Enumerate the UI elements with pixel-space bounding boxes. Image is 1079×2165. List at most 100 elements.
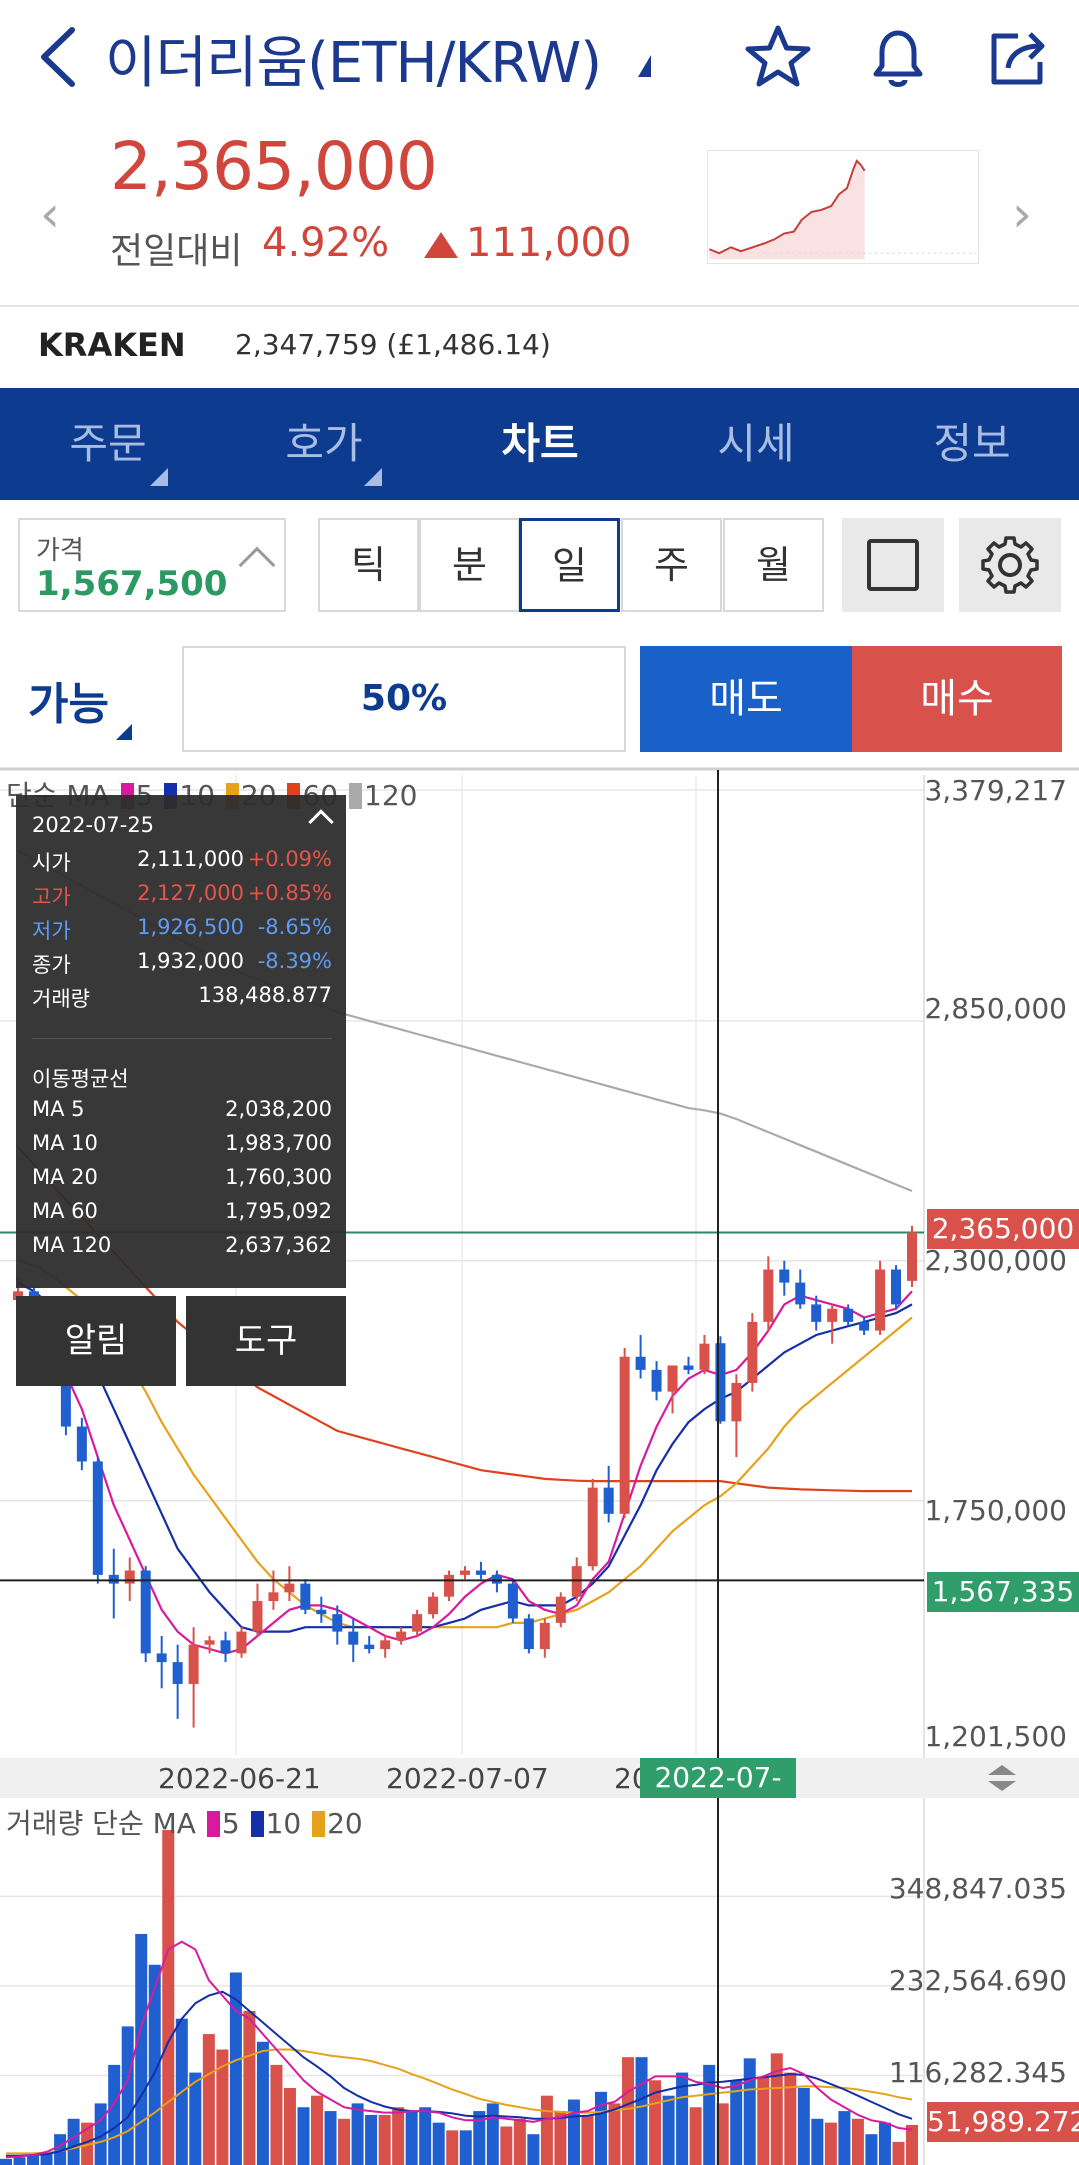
- resize-handle-icon[interactable]: [984, 1762, 1020, 1794]
- bell-icon[interactable]: [858, 18, 938, 98]
- tab-quotes[interactable]: 시세: [648, 388, 864, 500]
- candle-body: [348, 1631, 359, 1645]
- tab-bar: 주문 호가 차트 시세 정보: [0, 388, 1079, 500]
- candle-body: [252, 1601, 263, 1632]
- candle-body: [92, 1461, 103, 1575]
- period-day[interactable]: 일: [519, 518, 620, 612]
- volume-bar: [243, 2010, 256, 2165]
- tab-order-corner-icon: [150, 468, 168, 486]
- settings-button[interactable]: [959, 518, 1061, 612]
- tooltip-pct: +0.09%: [247, 847, 332, 871]
- y-axis-label: 2,850,000: [924, 992, 1067, 1025]
- vol-ma5-swatch: [206, 1811, 220, 1837]
- volume-bar: [608, 2103, 621, 2165]
- candle-body: [507, 1583, 518, 1619]
- volume-bar: [824, 2122, 837, 2165]
- tooltip-value: 1,983,700: [225, 1131, 332, 1155]
- volume-bar: [743, 2058, 756, 2165]
- volume-bar: [270, 2064, 283, 2165]
- ratio-selector[interactable]: 50%: [182, 646, 626, 752]
- tooltip-value: 2,637,362: [225, 1233, 332, 1257]
- price-box[interactable]: 가격 1,567,500: [18, 518, 286, 612]
- available-toggle[interactable]: 가능: [28, 668, 109, 732]
- volume-bar: [162, 1830, 175, 2165]
- chevron-up-icon[interactable]: [238, 546, 276, 584]
- tooltip-open-row: 시가 2,111,000 +0.09%: [32, 847, 332, 877]
- exchange-name: KRAKEN: [38, 326, 186, 364]
- candle-body: [364, 1644, 375, 1650]
- volume-bar: [662, 2095, 675, 2165]
- x-axis-label: 2022-07-07: [386, 1762, 549, 1795]
- period-week[interactable]: 주: [621, 518, 722, 612]
- tab-order[interactable]: 주문: [0, 388, 216, 500]
- candle-body: [827, 1308, 838, 1322]
- volume-bar: [419, 2107, 432, 2165]
- candle-body: [396, 1631, 407, 1641]
- candle-body: [843, 1308, 854, 1322]
- price-box-label: 가격: [36, 536, 84, 566]
- crosshair-price-tag: 1,567,335: [927, 1572, 1079, 1612]
- tooltip-key: 거래량: [32, 987, 90, 1011]
- volume-axis-label: 116,282.345: [888, 2056, 1067, 2089]
- tooltip-key: 시가: [32, 851, 71, 875]
- available-corner-icon: [116, 724, 132, 740]
- volume-bar: [703, 2064, 716, 2165]
- exchange-value: 2,347,759 (£1,486.14): [235, 328, 551, 361]
- tooltip-ma-row: MA 5 2,038,200: [32, 1097, 332, 1127]
- candle-body: [475, 1570, 486, 1575]
- alert-button[interactable]: 알림: [16, 1296, 176, 1386]
- tooltip-value: 138,488.877: [198, 983, 332, 1007]
- candle-body: [156, 1653, 167, 1663]
- period-month[interactable]: 월: [723, 518, 824, 612]
- tooltip-volume-row: 거래량 138,488.877: [32, 983, 332, 1013]
- back-arrow-icon[interactable]: [30, 22, 90, 92]
- tab-chart[interactable]: 차트: [432, 388, 648, 500]
- candle-body: [731, 1382, 742, 1422]
- tab-info[interactable]: 정보: [864, 388, 1079, 500]
- candle-body: [140, 1570, 151, 1654]
- tooltip-ma-title-row: 이동평균선: [32, 1063, 332, 1093]
- gear-icon: [981, 536, 1039, 594]
- period-minute[interactable]: 분: [419, 518, 520, 612]
- chevron-right-icon[interactable]: ›: [1012, 185, 1032, 243]
- tooltip-key: 종가: [32, 953, 71, 977]
- tooltip-key: MA 10: [32, 1131, 98, 1155]
- candle-body: [460, 1570, 470, 1575]
- volume-bar: [527, 2134, 540, 2165]
- volume-bar: [405, 2111, 418, 2165]
- y-axis-label: 3,379,217: [924, 774, 1067, 807]
- page-title[interactable]: 이더리움(ETH/KRW): [105, 18, 602, 99]
- candle-body: [779, 1269, 790, 1283]
- volume-bar: [567, 2099, 580, 2165]
- volume-bar: [906, 2124, 918, 2165]
- y-axis-label: 1,750,000: [924, 1494, 1067, 1527]
- volume-bar: [594, 2091, 607, 2165]
- tab-orderbook[interactable]: 호가: [216, 388, 432, 500]
- caret-down-icon[interactable]: [638, 55, 651, 77]
- tooltip-key: MA 5: [32, 1097, 85, 1121]
- star-icon[interactable]: [738, 18, 818, 98]
- tooltip-key: MA 20: [32, 1165, 98, 1189]
- buy-button[interactable]: 매수: [852, 646, 1062, 752]
- tooltip-close-row: 종가 1,932,000 -8.39%: [32, 949, 332, 979]
- sparkline-chart: [707, 150, 979, 264]
- divider: [0, 305, 1079, 307]
- candle-body: [380, 1640, 391, 1650]
- period-tick[interactable]: 틱: [318, 518, 419, 612]
- fullscreen-button[interactable]: [842, 518, 944, 612]
- candle-body: [444, 1574, 455, 1597]
- tool-button[interactable]: 도구: [186, 1296, 346, 1386]
- candle-body: [108, 1574, 119, 1584]
- volume-bar: [635, 2057, 648, 2165]
- candle-body: [763, 1269, 774, 1322]
- chevron-left-icon[interactable]: ‹: [40, 185, 60, 243]
- candle-body: [635, 1356, 646, 1370]
- candle-body: [891, 1269, 902, 1305]
- volume-bar: [811, 2118, 824, 2165]
- share-icon[interactable]: [978, 18, 1058, 98]
- volume-bar: [459, 2130, 472, 2165]
- candle-body: [619, 1356, 630, 1514]
- candle-body: [683, 1365, 694, 1370]
- sell-button[interactable]: 매도: [640, 646, 852, 752]
- volume-bar: [351, 2103, 364, 2165]
